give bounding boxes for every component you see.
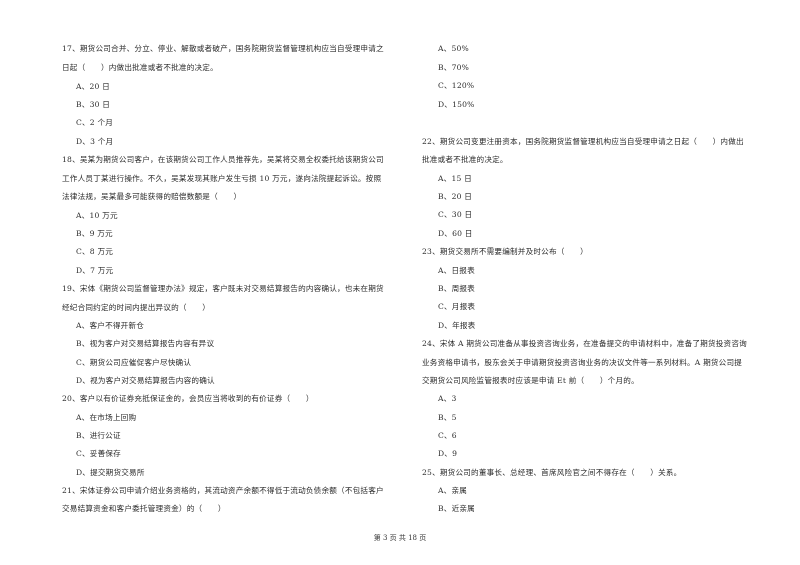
- question-22-option-a: A、15 日: [438, 174, 472, 183]
- question-24-option-a: A、3: [438, 394, 457, 403]
- question-24-option-d: D、9: [438, 449, 458, 458]
- question-22-option-d: D、60 日: [438, 229, 473, 238]
- question-23-option-d: D、年报表: [438, 321, 476, 330]
- question-18-option-a: A、10 万元: [76, 211, 118, 220]
- question-23-stem-line-1: 23、期货交易所不需要编制并及时公布（ ）: [422, 247, 588, 256]
- question-24-option-c: C、6: [438, 431, 457, 440]
- question-18-stem-line-2: 工作人员丁某进行操作。不久，吴某发现其账户发生亏损 10 万元，遂向法院提起诉讼…: [62, 174, 382, 183]
- question-20-option-a: A、在市场上回购: [76, 413, 137, 422]
- question-21-option-a: A、50%: [438, 44, 469, 53]
- question-21-option-b: B、70%: [438, 63, 470, 72]
- question-19-option-a: A、客户不得开新仓: [76, 321, 145, 330]
- question-20-option-b: B、进行公证: [76, 431, 121, 440]
- question-17-option-d: D、3 个月: [76, 137, 114, 146]
- question-25-option-b: B、近亲属: [438, 504, 475, 513]
- question-19-stem-line-1: 19、宋体《期货公司监督管理办法》规定，客户既未对交易结算报告的内容确认，也未在…: [62, 284, 384, 293]
- question-18-stem-line-3: 法律法规，吴某最多可能获得的赔偿数额是（ ）: [62, 192, 242, 201]
- question-20-option-c: C、妥善保存: [76, 449, 121, 458]
- question-19-option-b: B、视为客户对交易结算报告内容有异议: [76, 339, 215, 348]
- question-17-stem-line-1: 17、期货公司合并、分立、停业、解散或者破产，国务院期货监督管理机构应当自受理申…: [62, 44, 384, 53]
- question-25-option-a: A、亲属: [438, 486, 468, 495]
- question-21-stem-line-2: 交易结算资金和客户委托管理资金）的（ ）: [62, 504, 226, 513]
- question-22-option-c: C、30 日: [438, 210, 473, 219]
- question-19-option-d: D、视为客户对交易结算报告内容的确认: [76, 376, 215, 385]
- question-24-stem-line-3: 交期货公司风险监管报表时应该是申请 Et 前（ ）个月的。: [422, 376, 639, 385]
- question-23-option-b: B、周报表: [438, 284, 475, 293]
- question-20-option-d: D、提交期货交易所: [76, 468, 145, 477]
- page-number-footer: 第 3 页 共 18 页: [373, 534, 427, 542]
- question-21-stem-line-1: 21、宋体证券公司申请介绍业务资格的，其流动资产余额不得低于流动负债余额（不包括…: [62, 486, 384, 495]
- question-17-stem-line-2: 日起（ ）内做出批准或者不批准的决定。: [62, 63, 218, 72]
- question-22-option-b: B、20 日: [438, 192, 473, 201]
- question-22-stem-line-2: 批准或者不批准的决定。: [422, 155, 508, 164]
- question-19-option-c: C、期货公司应催促客户尽快确认: [76, 358, 192, 367]
- question-18-stem-line-1: 18、吴某为期货公司客户，在该期货公司工作人员推荐先，吴某将交易全权委托给该期货…: [62, 155, 384, 164]
- question-17-option-c: C、2 个月: [76, 118, 114, 127]
- question-18-option-c: C、8 万元: [76, 247, 114, 256]
- question-17-option-b: B、30 日: [76, 100, 111, 109]
- question-22-stem-line-1: 22、期货公司变更注册资本，国务院期货监督管理机构应当自受理申请之日起（ ）内做…: [422, 137, 744, 146]
- question-21-option-c: C、120%: [438, 81, 475, 90]
- question-18-option-d: D、7 万元: [76, 266, 114, 275]
- question-23-option-a: A、日报表: [438, 266, 475, 275]
- question-24-stem-line-1: 24、宋体 A 期货公司准备从事投资咨询业务，在准备提交的申请材料中，准备了期货…: [422, 339, 747, 348]
- question-23-option-c: C、月报表: [438, 302, 476, 311]
- question-19-stem-line-2: 经纪合同约定的时间内提出异议的（ ）: [62, 303, 211, 312]
- exam-page: 17、期货公司合并、分立、停业、解散或者破产，国务院期货监督管理机构应当自受理申…: [0, 0, 800, 565]
- question-17-option-a: A、20 日: [76, 82, 110, 91]
- question-25-stem-line-1: 25、期货公司的董事长、总经理、首席风险官之间不得存在（ ）关系。: [422, 468, 682, 477]
- question-20-stem-line-1: 20、客户以有价证券充抵保证金的，会员应当将收到的有价证券（ ）: [62, 394, 314, 403]
- question-18-option-b: B、9 万元: [76, 229, 113, 238]
- question-24-stem-line-2: 业务资格申请书，股东会关于申请期货投资咨询业务的决议文件等一系列材料。A 期货公…: [422, 358, 743, 367]
- question-21-option-d: D、150%: [438, 100, 475, 109]
- question-24-option-b: B、5: [438, 413, 457, 422]
